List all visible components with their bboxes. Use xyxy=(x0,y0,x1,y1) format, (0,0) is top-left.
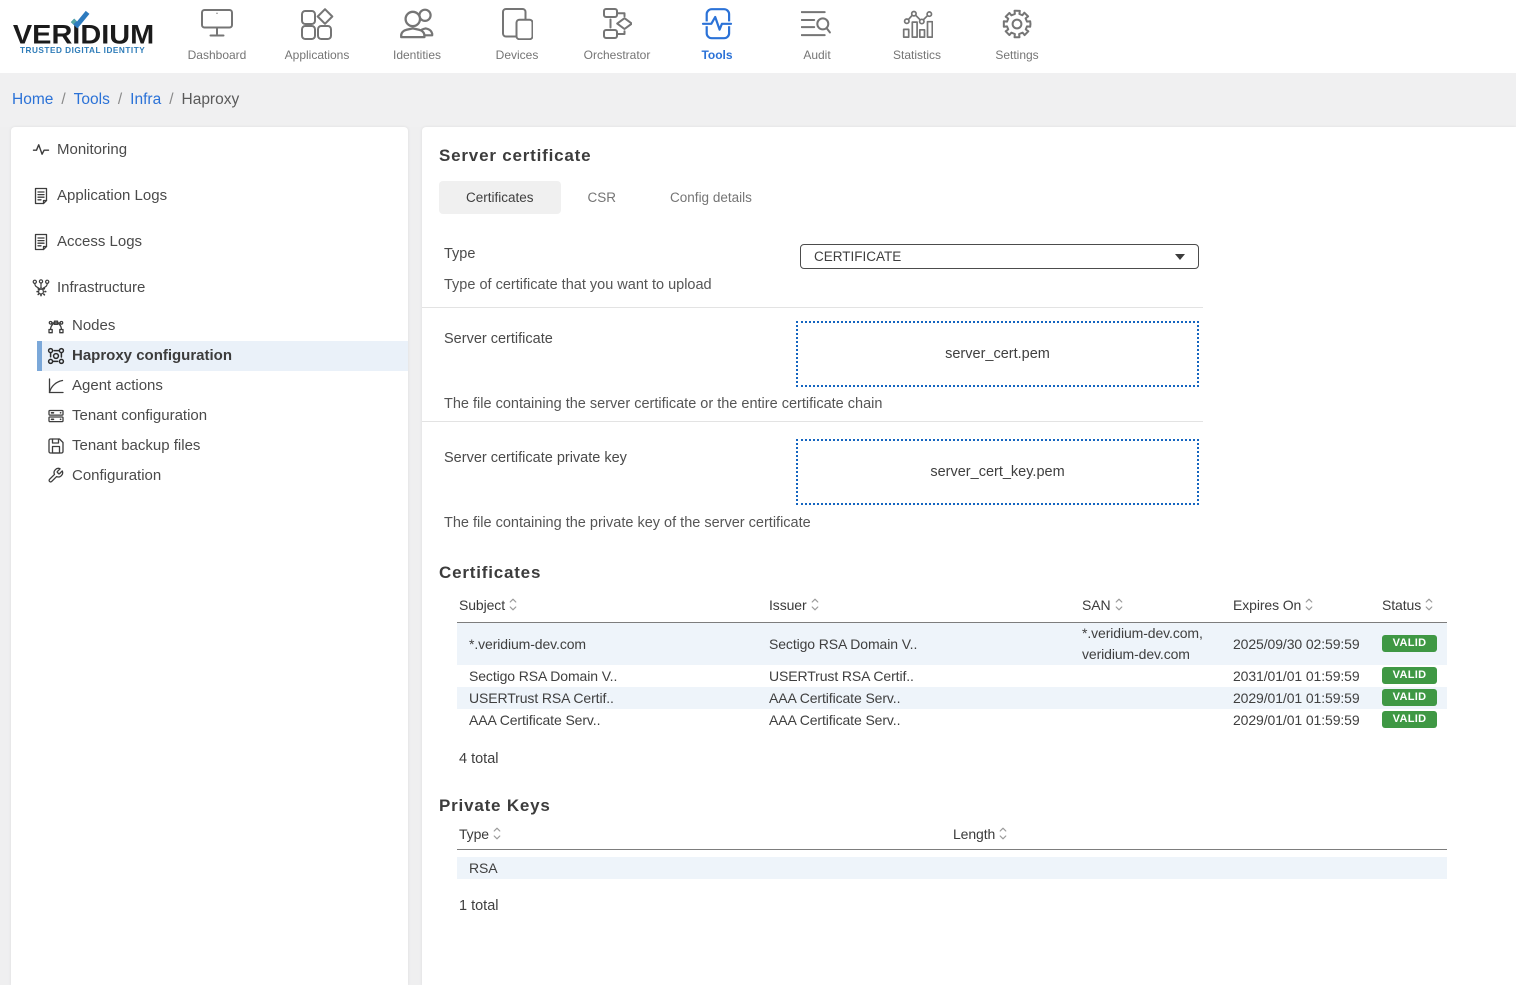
svg-text:TRUSTED DIGITAL IDENTITY: TRUSTED DIGITAL IDENTITY xyxy=(20,46,145,55)
